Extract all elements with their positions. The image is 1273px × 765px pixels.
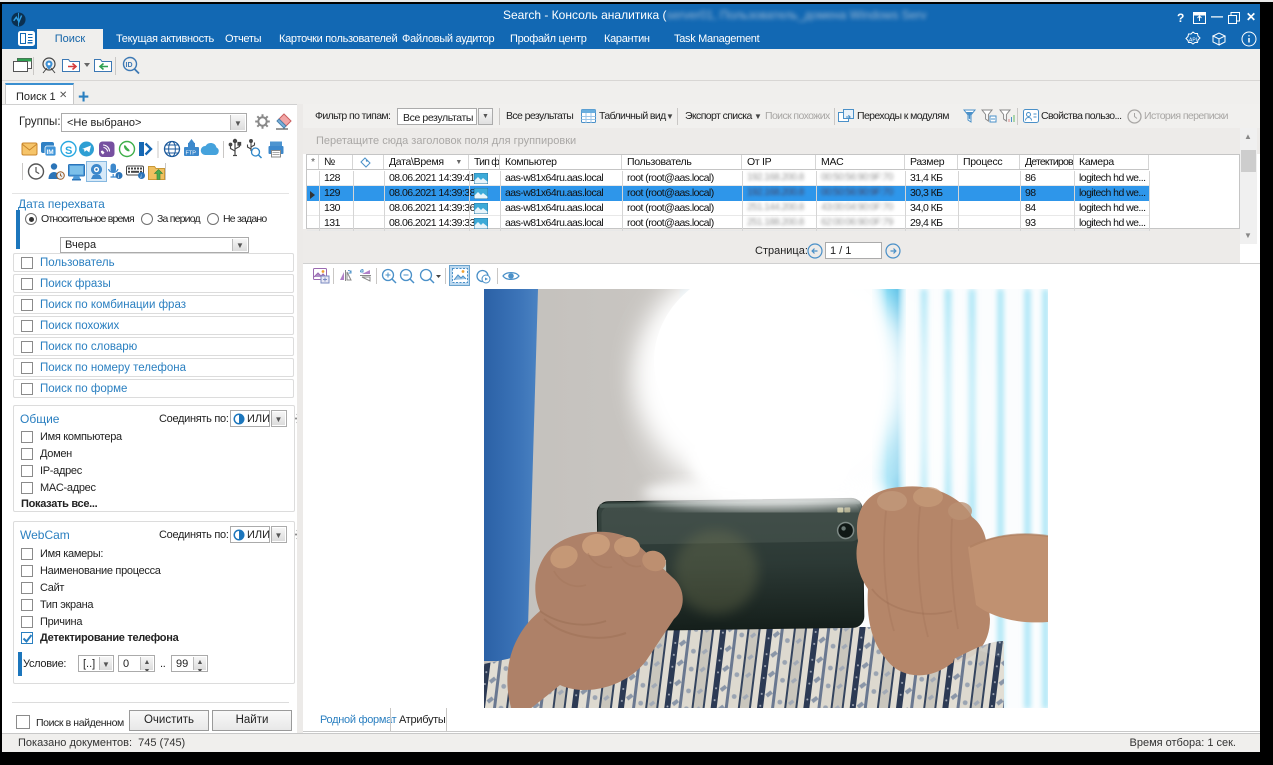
svg-text:ID: ID bbox=[126, 62, 133, 69]
svg-text:S: S bbox=[65, 145, 72, 157]
svg-text:IM: IM bbox=[47, 149, 54, 156]
svg-text:FTP: FTP bbox=[186, 151, 197, 157]
svg-text:API: API bbox=[1189, 38, 1197, 44]
